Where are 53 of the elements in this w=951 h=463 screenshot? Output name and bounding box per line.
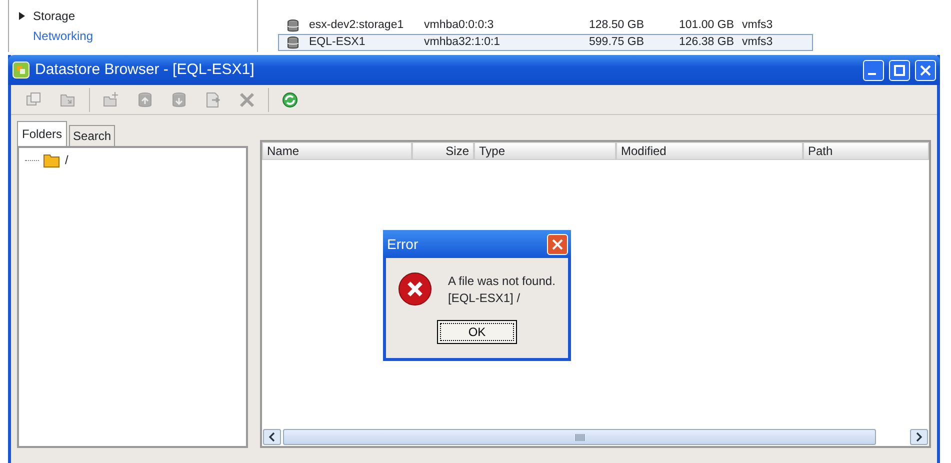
minimize-button[interactable] <box>863 60 884 80</box>
capacity-value: 128.50 GB <box>588 18 644 33</box>
delete-icon <box>238 90 256 108</box>
close-button[interactable] <box>915 60 936 80</box>
folder-icon <box>43 152 61 168</box>
database-icon <box>287 18 299 32</box>
error-message: [EQL-ESX1] / <box>448 291 522 306</box>
free-space-value: 126.38 GB <box>678 34 734 50</box>
copy-icon <box>25 90 43 108</box>
scroll-right-button[interactable] <box>910 429 928 445</box>
database-upload-icon <box>136 90 154 108</box>
document-arrow-icon <box>204 90 222 108</box>
database-icon <box>287 36 299 50</box>
column-header[interactable]: Type <box>474 142 616 160</box>
device-id: vmhba32:1:0:1 <box>424 34 502 50</box>
close-button[interactable] <box>547 234 568 254</box>
new-folder-icon <box>102 90 120 108</box>
datastore-row[interactable]: esx-dev2:storage1 vmhba0:0:0:3 128.50 GB 101.00 GB vmfs3 <box>278 17 813 34</box>
free-space-value: 101.00 GB <box>678 18 734 33</box>
expand-arrow-icon[interactable] <box>19 12 25 20</box>
chevron-right-icon <box>915 432 923 442</box>
tree-link[interactable]: Networking <box>33 26 94 46</box>
tree-item[interactable]: Storage <box>33 6 76 26</box>
chevron-left-icon <box>268 432 276 442</box>
scroll-left-button[interactable] <box>263 429 281 445</box>
folder-label[interactable]: / <box>65 151 68 169</box>
error-message: A file was not found. <box>448 274 556 289</box>
column-header[interactable]: Path <box>803 142 929 160</box>
filesystem-type: vmfs3 <box>741 34 774 50</box>
datastore-row[interactable]: EQL-ESX1 vmhba32:1:0:1 599.75 GB 126.38 GB vmfs3 <box>278 34 813 51</box>
filesystem-type: vmfs3 <box>741 18 774 33</box>
column-header[interactable]: Modified <box>616 142 803 160</box>
column-header[interactable]: Size <box>412 142 474 160</box>
capacity-value: 599.75 GB <box>588 34 644 50</box>
database-download-icon <box>170 90 188 108</box>
datastore-name: EQL-ESX1 <box>309 34 366 50</box>
error-icon <box>398 272 432 306</box>
close-icon <box>920 64 931 76</box>
maximize-icon <box>894 64 905 76</box>
tab[interactable]: Search <box>69 125 116 146</box>
datastore-name: esx-dev2:storage1 <box>309 18 405 33</box>
refresh-icon <box>281 90 299 108</box>
maximize-button[interactable] <box>889 60 910 80</box>
scrollbar-thumb[interactable] <box>283 429 876 445</box>
dialog-title: Error <box>387 234 418 254</box>
minimize-icon <box>868 73 876 75</box>
device-id: vmhba0:0:0:3 <box>424 18 495 33</box>
column-header[interactable]: Name <box>262 142 412 160</box>
ok-button[interactable]: OK <box>437 320 517 344</box>
app-logo-icon <box>12 61 30 79</box>
close-icon <box>552 238 563 250</box>
tab[interactable]: Folders <box>17 121 68 146</box>
window-title: Datastore Browser - [EQL-ESX1] <box>35 60 256 80</box>
